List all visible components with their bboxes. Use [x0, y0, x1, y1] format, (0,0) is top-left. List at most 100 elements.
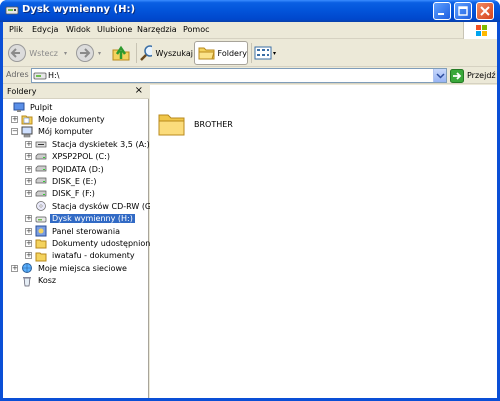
- forward-arrow-icon: [76, 44, 94, 62]
- tree-item[interactable]: Dokumenty udostępnione: [35, 237, 157, 249]
- menu-file[interactable]: Plik: [9, 25, 23, 34]
- address-input[interactable]: H:\: [31, 68, 447, 83]
- removable-drive-icon: [5, 6, 19, 15]
- toolbar-separator: [251, 43, 252, 63]
- maximize-button[interactable]: [454, 2, 472, 20]
- folder-item-label: BROTHER: [194, 119, 233, 129]
- folder-icon: [158, 114, 185, 136]
- tree-item-label: Kosz: [38, 276, 57, 286]
- expand-plus-icon[interactable]: +: [25, 177, 32, 185]
- minimize-icon: [438, 13, 444, 15]
- folders-pane-title: Foldery: [7, 87, 37, 96]
- address-dropdown-button[interactable]: [433, 69, 446, 82]
- views-dropdown-icon: ▾: [273, 49, 277, 57]
- toolbar: Wstecz ▾ ▾ Wyszukaj Foldery ▾: [3, 39, 497, 67]
- tree-item-label: DISK_F (F:): [52, 189, 95, 199]
- back-dropdown-icon: ▾: [63, 49, 67, 57]
- tree-item[interactable]: Pulpit: [13, 101, 54, 113]
- maximize-icon: [458, 6, 468, 16]
- tree-item-label: XPSP2POL (C:): [52, 152, 110, 162]
- go-arrow-icon: [450, 68, 464, 83]
- window-title: Dysk wymienny (H:): [22, 4, 136, 15]
- expand-plus-icon[interactable]: +: [25, 227, 32, 235]
- tree-item[interactable]: Panel sterowania: [35, 225, 122, 237]
- expand-plus-icon[interactable]: +: [25, 165, 32, 173]
- folders-pane: Foldery × Pulpit + Moje dokumenty − Mój komp…: [3, 85, 157, 398]
- tree-item[interactable]: Stacja dyskietek 3,5 (A:): [35, 138, 152, 150]
- views-icon: [254, 46, 272, 60]
- tree-item-label: Stacja dysków CD-RW (G:): [52, 201, 157, 211]
- collapse-minus-icon[interactable]: −: [11, 128, 18, 136]
- cd-drive-icon: [36, 201, 46, 212]
- tree-item-label: Dokumenty udostępnione: [52, 238, 156, 248]
- tree-item-label: Dysk wymienny (H:): [50, 214, 135, 224]
- go-button[interactable]: Przejdź: [450, 68, 496, 83]
- tree-item[interactable]: iwatafu - dokumenty: [35, 250, 137, 262]
- up-button[interactable]: [111, 41, 133, 65]
- tree-item-label: Pulpit: [30, 102, 53, 112]
- expand-plus-icon[interactable]: +: [25, 215, 32, 223]
- folders-label: Foldery: [217, 48, 247, 58]
- floppy-drive-icon: [35, 141, 47, 148]
- folder-icon: [35, 239, 47, 249]
- menu-bar: Plik Edycja Widok Ulubione Narzędzia Pom…: [3, 22, 497, 39]
- hard-drive-icon: [35, 190, 47, 197]
- tree-item[interactable]: Moje miejsca sieciowe: [21, 262, 129, 274]
- title-bar[interactable]: Dysk wymienny (H:): [0, 0, 500, 22]
- tree-item[interactable]: DISK_E (E:): [35, 175, 98, 187]
- close-button[interactable]: [476, 2, 494, 20]
- hard-drive-icon: [35, 153, 47, 159]
- hard-drive-icon: [35, 165, 47, 172]
- minimize-button[interactable]: [433, 2, 451, 20]
- expand-plus-icon[interactable]: +: [11, 264, 18, 272]
- removable-drive-icon: [35, 216, 47, 222]
- expand-plus-icon[interactable]: +: [25, 140, 32, 148]
- forward-button[interactable]: ▾: [75, 41, 103, 65]
- search-icon: [140, 45, 153, 61]
- tree-item-label: iwatafu - dokumenty: [52, 251, 135, 261]
- expand-plus-icon[interactable]: +: [25, 190, 32, 198]
- menu-favorites[interactable]: Ulubione: [97, 25, 132, 34]
- my-documents-icon: [21, 115, 33, 125]
- tree-item[interactable]: Moje dokumenty: [21, 113, 107, 125]
- tree-item[interactable]: DISK_F (F:): [35, 188, 97, 200]
- back-button[interactable]: Wstecz ▾: [7, 41, 67, 65]
- toolbar-separator: [136, 43, 137, 63]
- menu-view[interactable]: Widok: [66, 25, 91, 34]
- folders-button[interactable]: Foldery: [194, 41, 248, 65]
- folder-item[interactable]: BROTHER: [158, 111, 233, 137]
- recycle-bin-icon: [23, 276, 31, 286]
- tree-item[interactable]: Kosz: [21, 275, 58, 287]
- tree-item-label: Moje dokumenty: [38, 114, 105, 124]
- content-pane: BROTHER: [150, 85, 497, 398]
- hard-drive-icon: [35, 178, 47, 184]
- tree-item[interactable]: Mój komputer: [21, 126, 95, 138]
- menu-edit[interactable]: Edycja: [32, 25, 58, 34]
- menu-tools[interactable]: Narzędzia: [137, 25, 177, 34]
- window-client: Plik Edycja Widok Ulubione Narzędzia Pom…: [3, 22, 497, 398]
- tree-item[interactable]: Stacja dysków CD-RW (G:): [35, 200, 159, 212]
- views-button[interactable]: ▾: [254, 41, 280, 65]
- menu-help[interactable]: Pomoc: [183, 25, 210, 34]
- tree-item-label: Panel sterowania: [52, 226, 120, 236]
- my-computer-icon: [21, 126, 33, 138]
- search-button[interactable]: Wyszukaj: [139, 41, 193, 65]
- tree-item[interactable]: PQIDATA (D:): [35, 163, 106, 175]
- back-label: Wstecz: [29, 48, 58, 58]
- tree-item-label: DISK_E (E:): [52, 176, 97, 186]
- expand-plus-icon[interactable]: +: [11, 115, 18, 123]
- tree-item[interactable]: Dysk wymienny (H:): [35, 213, 135, 225]
- folders-pane-close-button[interactable]: ×: [135, 85, 143, 96]
- expand-plus-icon[interactable]: +: [25, 239, 32, 247]
- folder-icon: [35, 252, 47, 262]
- desktop-icon: [13, 102, 25, 112]
- windows-flag-icon: [476, 25, 487, 36]
- folders-pane-header: Foldery ×: [3, 85, 149, 99]
- expand-plus-icon[interactable]: +: [25, 252, 32, 260]
- removable-drive-icon: [33, 72, 47, 80]
- forward-dropdown-icon: ▾: [98, 49, 102, 57]
- windows-logo: [463, 22, 497, 39]
- expand-plus-icon[interactable]: +: [25, 153, 32, 161]
- address-label: Adres: [6, 70, 29, 79]
- tree-item[interactable]: XPSP2POL (C:): [35, 151, 112, 163]
